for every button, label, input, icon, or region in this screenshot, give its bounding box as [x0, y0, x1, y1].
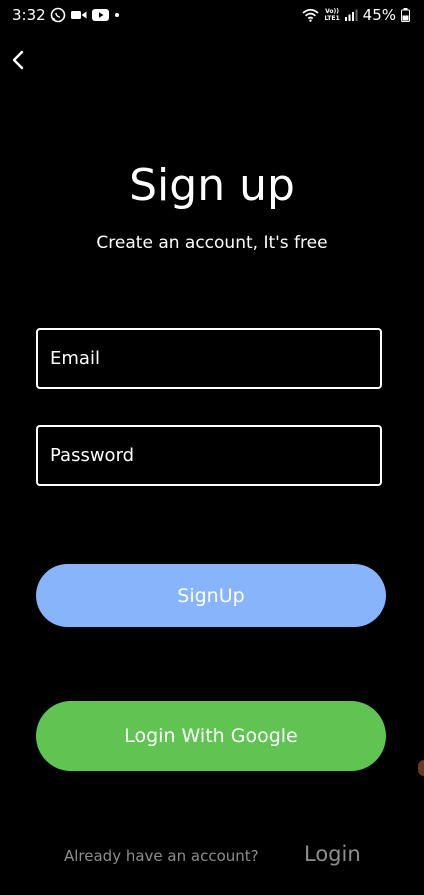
email-field[interactable] [36, 328, 382, 389]
youtube-icon [92, 9, 109, 21]
battery-icon [401, 8, 410, 22]
signal-icon [344, 9, 358, 21]
footer: Already have an account? Login [0, 842, 424, 870]
battery-percent: 45% [362, 6, 396, 24]
login-link[interactable]: Login [304, 842, 361, 866]
dot-icon [115, 13, 119, 17]
login-with-google-button[interactable]: Login With Google [36, 701, 386, 771]
chevron-left-icon [12, 50, 24, 70]
wifi-icon [302, 8, 320, 22]
signup-button-label: SignUp [177, 584, 245, 607]
lte-indicator: Vo)) LTE1 [324, 8, 339, 22]
system-icons: Vo)) LTE1 45% [302, 6, 410, 24]
already-have-account-text: Already have an account? [64, 847, 259, 865]
signup-button[interactable]: SignUp [36, 564, 386, 627]
back-button[interactable] [6, 48, 30, 72]
status-time: 3:32 [12, 6, 46, 24]
lte-label: LTE1 [324, 15, 340, 22]
video-camera-icon [71, 11, 87, 19]
status-bar: 3:32 Vo)) LTE1 45% [0, 0, 424, 30]
floating-handle[interactable] [418, 760, 424, 776]
notification-icons [50, 7, 120, 23]
google-button-label: Login With Google [124, 725, 298, 747]
page-title: Sign up [129, 160, 295, 211]
password-field[interactable] [36, 425, 382, 486]
whatsapp-icon [50, 7, 66, 23]
page-subtitle: Create an account, It's free [96, 233, 328, 253]
volte-label: Vo)) [325, 8, 340, 15]
